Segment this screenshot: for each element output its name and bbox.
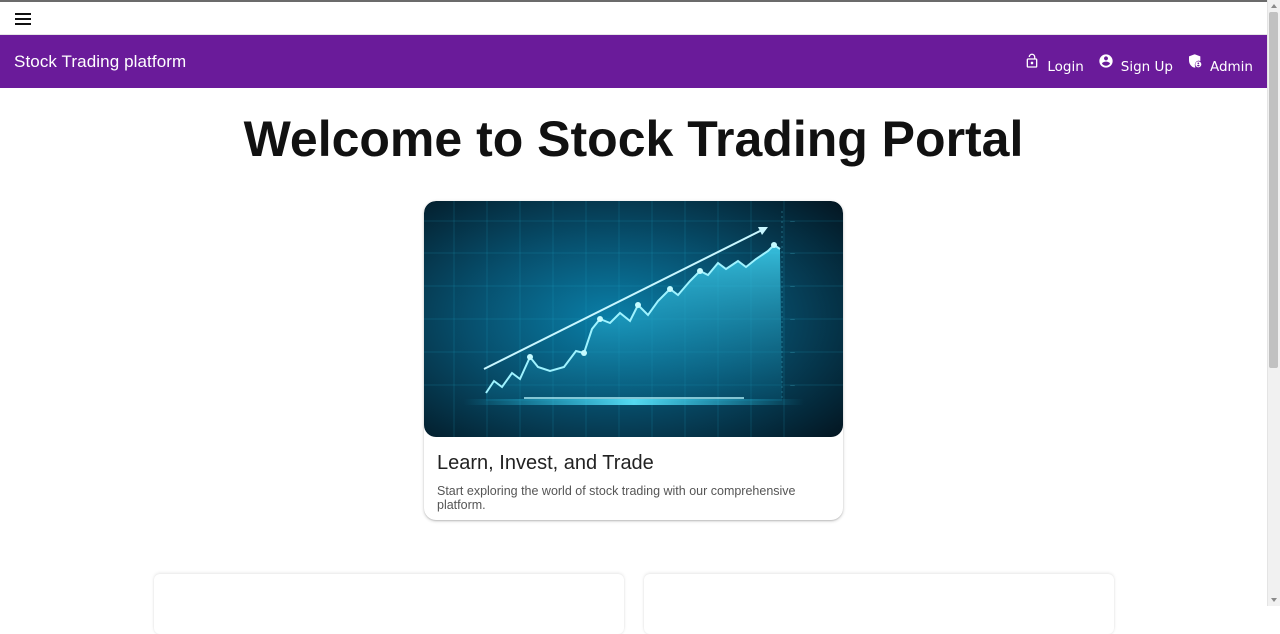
scrollbar-thumb[interactable]: [1269, 12, 1278, 368]
svg-text:—: —: [790, 284, 795, 290]
feature-card[interactable]: — — — — — — Learn, Invest, and Trade Start …: [424, 201, 843, 520]
stock-chart-illustration: — — — — — —: [424, 201, 843, 437]
svg-text:—: —: [790, 251, 795, 257]
card-image: — — — — — —: [424, 201, 843, 437]
info-card-left: [154, 574, 624, 634]
admin-button[interactable]: Admin: [1187, 53, 1253, 75]
card-title: Learn, Invest, and Trade: [437, 452, 654, 474]
menu-icon[interactable]: [13, 11, 33, 27]
nav-links: Login Sign Up Admin: [1024, 51, 1253, 77]
login-button[interactable]: Login: [1024, 53, 1084, 75]
sign-up-label: Sign Up: [1120, 59, 1173, 75]
account-circle-icon: [1099, 54, 1113, 68]
svg-text:—: —: [790, 317, 795, 323]
scroll-up-icon[interactable]: [1271, 4, 1277, 8]
info-card-right: [644, 574, 1114, 634]
admin-shield-icon: [1188, 54, 1202, 68]
vertical-scrollbar[interactable]: [1267, 0, 1280, 606]
card-description: Start exploring the world of stock tradi…: [437, 484, 796, 512]
top-toolbar: [0, 2, 1267, 35]
sign-up-button[interactable]: Sign Up: [1098, 53, 1173, 75]
admin-label: Admin: [1209, 59, 1253, 75]
svg-text:—: —: [790, 383, 795, 389]
scroll-down-icon[interactable]: [1271, 598, 1277, 602]
page-title: Welcome to Stock Trading Portal: [243, 111, 1024, 167]
app-bar: Stock Trading platform Login Sign Up Adm…: [0, 35, 1267, 88]
svg-text:—: —: [790, 219, 795, 225]
lock-open-icon: [1027, 53, 1038, 68]
brand-title[interactable]: Stock Trading platform: [14, 52, 186, 72]
login-label: Login: [1047, 59, 1084, 75]
svg-text:—: —: [790, 350, 795, 356]
